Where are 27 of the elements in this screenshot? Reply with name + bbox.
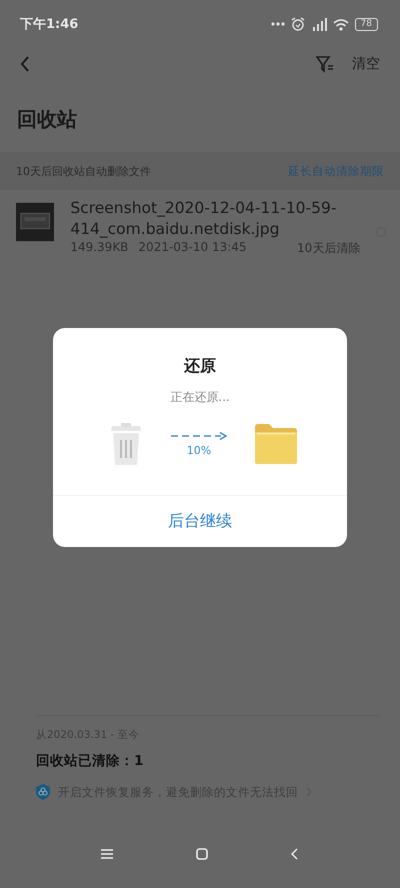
dialog-message: 正在还原... [170, 389, 230, 406]
trash-icon [109, 423, 143, 465]
folder-icon [255, 424, 297, 464]
menu-icon[interactable] [101, 849, 114, 859]
home-icon[interactable] [196, 848, 208, 860]
file-name: Screenshot_2020-12-04-11-10-59-414_com.baidu.netdisk.jpg [70, 198, 338, 240]
continue-button[interactable]: 后台继续 [53, 495, 347, 547]
progress-percent: 10% [186, 444, 212, 456]
signal-icon [310, 18, 327, 30]
status-time: 下午1:46 [20, 16, 78, 33]
shield-icon [36, 784, 50, 800]
page-title: 回收站 [16, 106, 78, 133]
arrow-icon [171, 432, 227, 440]
clear-button[interactable]: 清空 [352, 55, 380, 73]
back-icon[interactable] [20, 56, 30, 72]
file-thumbnail [16, 202, 54, 242]
cleared-count: 回收站已清除：1 [36, 752, 144, 770]
battery-level: 78 [354, 18, 378, 30]
dots-icon [270, 22, 285, 26]
file-expiry: 10天后清除 [297, 240, 360, 257]
wifi-icon [332, 18, 349, 30]
alarm-icon [290, 17, 305, 31]
file-size: 149.39KB [70, 240, 128, 256]
dialog-title: 还原 [184, 356, 216, 377]
file-row[interactable]: Screenshot_2020-12-04-11-10-59-414_com.baidu.netdisk.jpg 149.39KB 2021-03-10 13:45 10天后清除 [0, 190, 400, 268]
file-date: 2021-03-10 13:45 [138, 240, 247, 256]
filter-icon[interactable] [316, 55, 334, 73]
